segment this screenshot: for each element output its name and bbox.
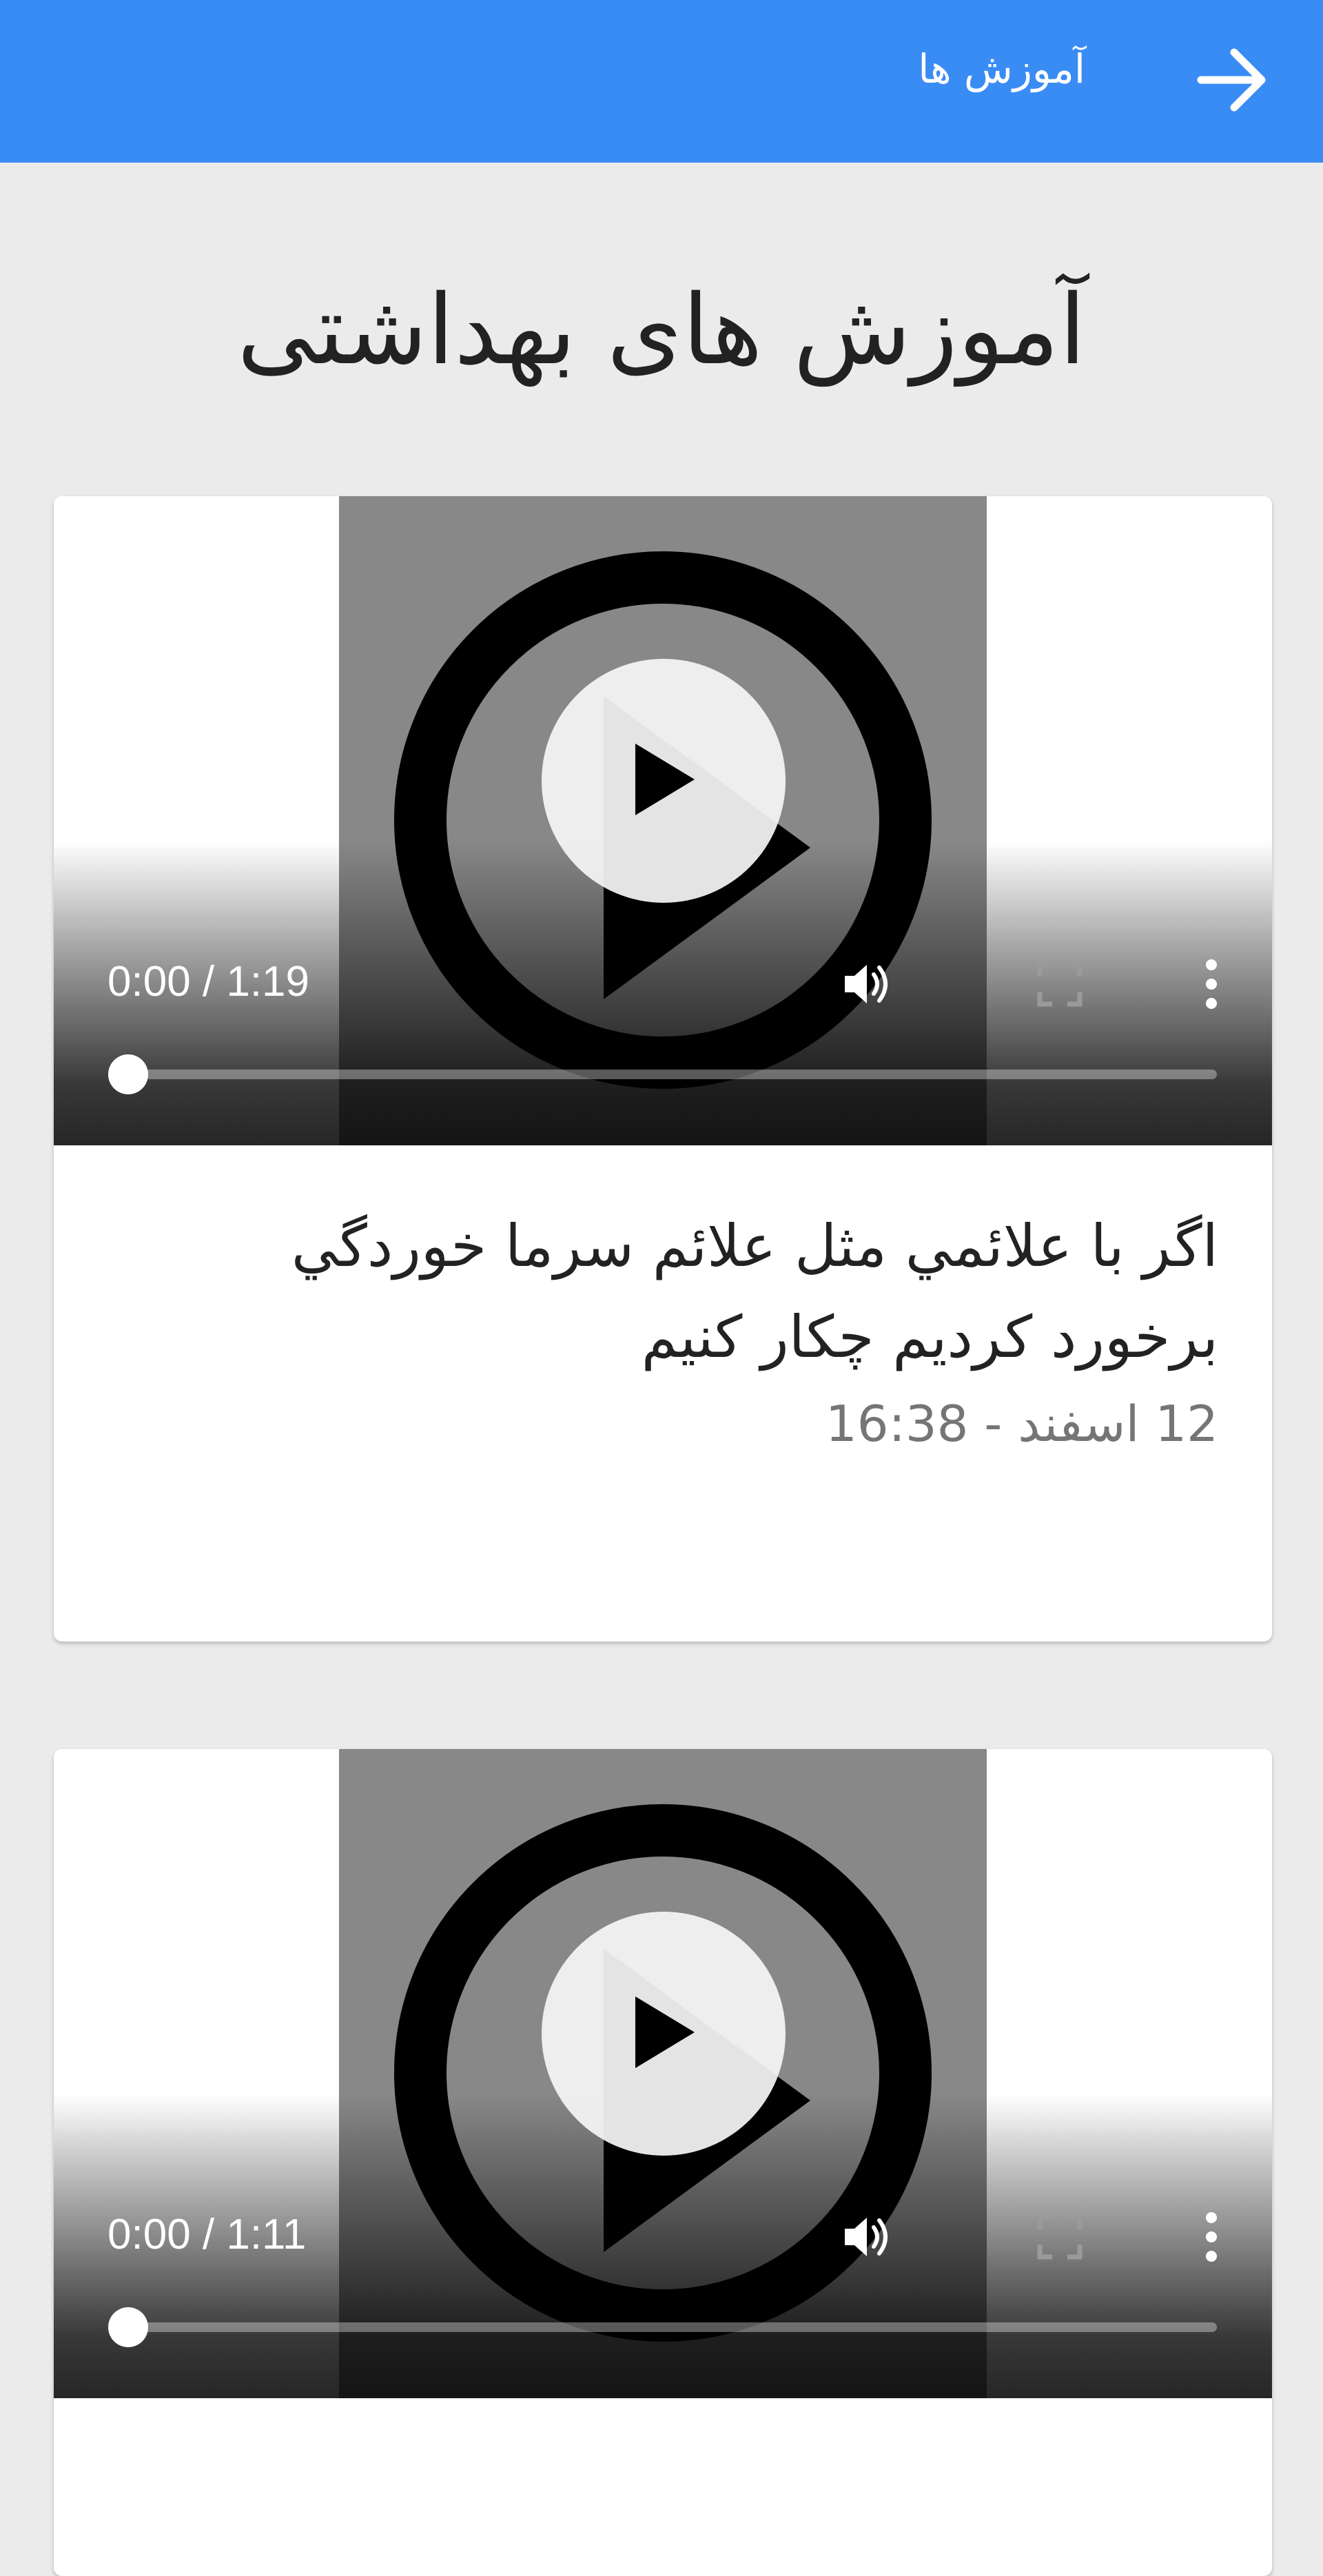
card-body: اگر با علائمي مثل علائم سرما خوردگي برخو…: [54, 1145, 1272, 1465]
play-icon: [626, 738, 701, 824]
volume-icon: [839, 2209, 894, 2267]
fullscreen-icon: [1036, 960, 1084, 1011]
video-player[interactable]: 0:00 / 1:19: [54, 496, 1272, 1145]
arrow-right-icon: [1196, 45, 1271, 117]
app-bar-title: آموزش ها: [918, 45, 1085, 92]
page-title: آموزش های بهداشتی: [237, 274, 1086, 387]
video-player[interactable]: 0:00 / 1:11: [54, 1749, 1272, 2398]
more-options-button[interactable]: [1177, 2204, 1246, 2273]
app-bar: آموزش ها: [0, 0, 1323, 163]
play-icon: [626, 1991, 701, 2076]
play-button[interactable]: [542, 659, 786, 903]
video-card: 0:00 / 1:19 اگر با علائمي مثل علائم سرما…: [54, 496, 1272, 1642]
volume-button[interactable]: [832, 951, 901, 1020]
seek-bar[interactable]: [108, 1054, 1217, 1094]
seek-thumb[interactable]: [108, 1054, 148, 1094]
volume-button[interactable]: [832, 2204, 901, 2273]
time-display: 0:00 / 1:19: [107, 958, 310, 1005]
seek-bar[interactable]: [108, 2307, 1217, 2347]
more-vert-icon: [1201, 957, 1222, 1014]
more-options-button[interactable]: [1177, 951, 1246, 1020]
seek-thumb[interactable]: [108, 2307, 148, 2347]
time-display: 0:00 / 1:11: [107, 2211, 307, 2258]
play-button[interactable]: [542, 1912, 786, 2156]
video-title[interactable]: اگر با علائمي مثل علائم سرما خوردگي برخو…: [107, 1200, 1218, 1382]
volume-icon: [839, 957, 894, 1014]
video-card: 0:00 / 1:11: [54, 1749, 1272, 2576]
fullscreen-icon: [1036, 2213, 1084, 2264]
video-date: 12 اسفند - 16:38: [825, 1395, 1218, 1453]
fullscreen-button[interactable]: [1025, 951, 1094, 1020]
fullscreen-button[interactable]: [1025, 2204, 1094, 2273]
back-button[interactable]: [1185, 33, 1282, 130]
more-vert-icon: [1201, 2209, 1222, 2267]
